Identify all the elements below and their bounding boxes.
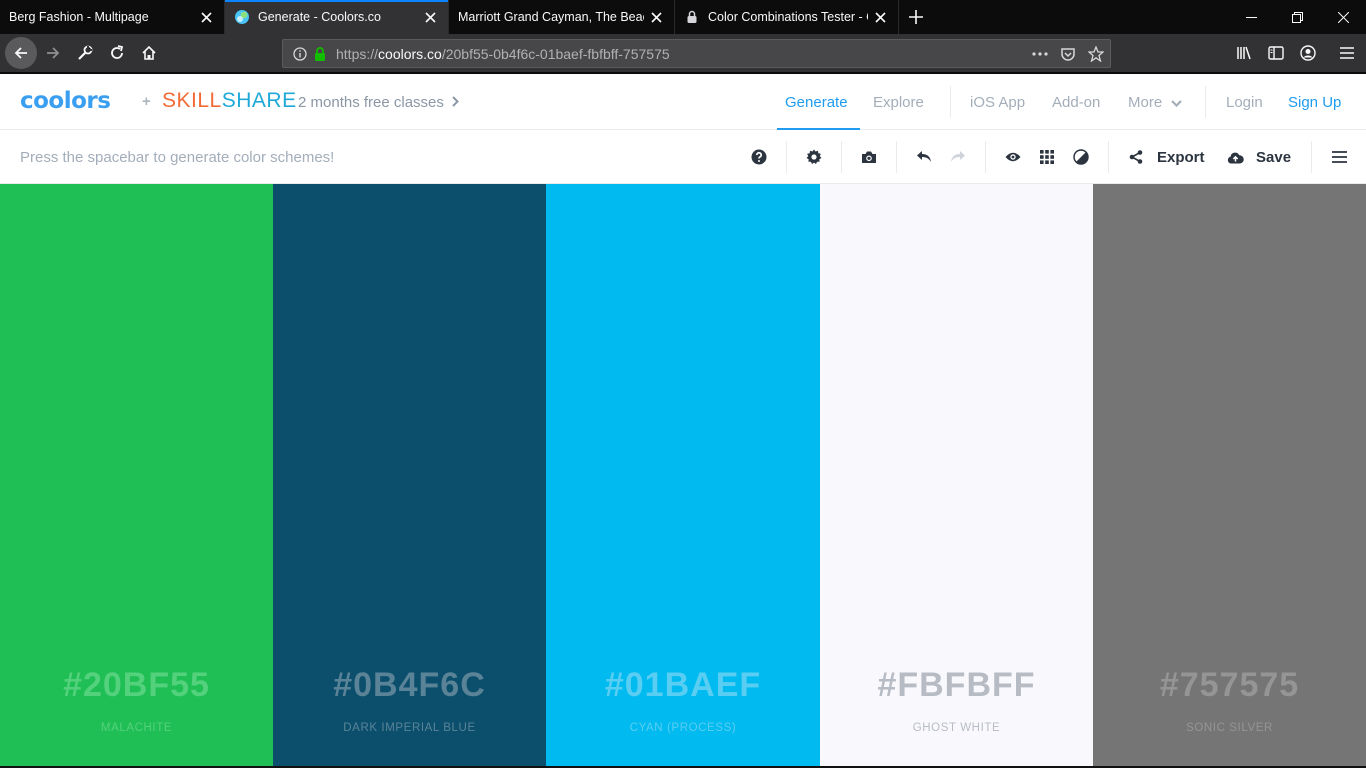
library-icon[interactable] (1229, 38, 1259, 68)
nav-more[interactable]: More (1128, 94, 1182, 111)
account-icon[interactable] (1293, 38, 1323, 68)
nav-sign-up[interactable]: Sign Up (1288, 94, 1341, 111)
home-button[interactable] (134, 38, 164, 68)
nav-add-on[interactable]: Add-on (1052, 94, 1100, 111)
divider (1108, 141, 1109, 173)
color-swatch-4[interactable]: #FBFBFF GHOST WHITE (820, 184, 1093, 766)
url-bar[interactable]: https://coolors.co/20bf55-0b4f6c-01baef-… (282, 39, 1111, 68)
export-button[interactable]: Export (1157, 149, 1205, 166)
divider (1311, 141, 1312, 173)
help-icon[interactable] (749, 147, 769, 167)
chevron-right-icon (452, 94, 459, 111)
cloud-upload-icon[interactable] (1225, 147, 1245, 167)
page-actions-icon[interactable] (1032, 46, 1048, 62)
spacebar-hint: Press the spacebar to generate color sch… (20, 149, 335, 166)
forward-button[interactable] (38, 38, 68, 68)
pocket-icon[interactable] (1060, 46, 1076, 62)
browser-tab-marriott[interactable]: Marriott Grand Cayman, The Beach (449, 0, 675, 34)
divider (985, 141, 986, 173)
browser-tab-coolors[interactable]: Generate - Coolors.co (225, 0, 449, 34)
browser-menu-icon[interactable] (1332, 38, 1362, 68)
skill-text: SKILL (162, 89, 222, 112)
swatch-hex-code[interactable]: #01BAEF (546, 666, 820, 705)
divider (896, 141, 897, 173)
adjust-palette-icon[interactable] (1071, 147, 1091, 167)
url-path: /20bf55-0b4f6c-01baef-fbfbff-757575 (441, 46, 670, 62)
divider (841, 141, 842, 173)
browser-tab-strip: Berg Fashion - Multipage Generate - Cool… (0, 0, 1366, 34)
new-tab-button[interactable] (899, 0, 933, 34)
share-icon[interactable] (1126, 147, 1146, 167)
url-prefix: https:// (336, 46, 379, 62)
plus-sign: + (142, 93, 151, 110)
nav-login[interactable]: Login (1226, 94, 1263, 111)
swatch-color-name: MALACHITE (100, 722, 173, 734)
skillshare-logo[interactable]: SKILLSHARE (162, 89, 297, 113)
nav-explore[interactable]: Explore (873, 94, 924, 111)
divider (950, 86, 951, 118)
reload-button[interactable] (102, 38, 132, 68)
hamburger-menu-icon[interactable] (1329, 147, 1349, 167)
promo-text: 2 months free classes (298, 94, 444, 111)
color-palette: #20BF55 MALACHITE #0B4F6C DARK IMPERIAL … (0, 184, 1366, 766)
browser-tab-berg-fashion[interactable]: Berg Fashion - Multipage (0, 0, 225, 34)
sidebar-icon[interactable] (1261, 38, 1291, 68)
divider (1205, 86, 1206, 118)
undo-icon[interactable] (914, 147, 934, 167)
grid-view-icon[interactable] (1037, 147, 1057, 167)
swatch-hex-code[interactable]: #20BF55 (0, 666, 273, 705)
site-header: coolors + SKILLSHARE 2 months free class… (0, 74, 1366, 130)
lock-icon (684, 9, 700, 25)
eye-icon[interactable] (1003, 147, 1023, 167)
back-button[interactable] (5, 37, 37, 69)
tab-title: Generate - Coolors.co (258, 10, 381, 24)
camera-icon[interactable] (859, 147, 879, 167)
share-text: SHARE (221, 89, 297, 112)
swatch-hex-code[interactable]: #0B4F6C (273, 666, 546, 705)
save-button[interactable]: Save (1256, 149, 1291, 166)
redo-icon[interactable] (948, 147, 968, 167)
nav-ios-app[interactable]: iOS App (970, 94, 1025, 111)
restore-button[interactable] (1274, 0, 1320, 34)
window-close-button[interactable] (1320, 0, 1366, 34)
coolors-icon (234, 9, 250, 25)
color-swatch-5[interactable]: #757575 SONIC SILVER (1093, 184, 1366, 766)
bookmark-star-icon[interactable] (1088, 46, 1104, 62)
tab-title: Marriott Grand Cayman, The Beach (458, 10, 644, 24)
close-icon[interactable] (194, 5, 218, 29)
info-icon[interactable] (292, 46, 308, 62)
coolors-logo[interactable]: coolors (20, 88, 111, 114)
color-swatch-1[interactable]: #20BF55 MALACHITE (0, 184, 273, 766)
swatch-color-name: CYAN (PROCESS) (629, 722, 737, 734)
secure-lock-icon[interactable] (312, 46, 328, 62)
wrench-icon[interactable] (70, 38, 100, 68)
swatch-color-name: GHOST WHITE (912, 722, 1001, 734)
swatch-hex-code[interactable]: #FBFBFF (820, 666, 1093, 705)
color-swatch-2[interactable]: #0B4F6C DARK IMPERIAL BLUE (273, 184, 546, 766)
close-icon[interactable] (418, 5, 442, 29)
swatch-color-name: DARK IMPERIAL BLUE (343, 722, 476, 734)
close-icon[interactable] (868, 5, 892, 29)
tab-title: Berg Fashion - Multipage (9, 10, 149, 24)
tab-title: Color Combinations Tester - Co (708, 10, 868, 24)
divider (786, 141, 787, 173)
color-swatch-3[interactable]: #01BAEF CYAN (PROCESS) (546, 184, 820, 766)
nav-generate[interactable]: Generate (785, 94, 848, 111)
browser-navigation-bar: https://coolors.co/20bf55-0b4f6c-01baef-… (0, 34, 1366, 73)
swatch-color-name: SONIC SILVER (1186, 722, 1273, 734)
url-text: https://coolors.co/20bf55-0b4f6c-01baef-… (336, 46, 670, 62)
close-icon[interactable] (644, 5, 668, 29)
browser-tab-color-tester[interactable]: Color Combinations Tester - Co (675, 0, 899, 34)
nav-more-label: More (1128, 94, 1163, 111)
chevron-down-icon (1171, 94, 1182, 111)
url-domain: coolors.co (378, 46, 442, 62)
swatch-hex-code[interactable]: #757575 (1093, 666, 1366, 705)
minimize-button[interactable] (1228, 0, 1274, 34)
promo-link[interactable]: 2 months free classes (298, 94, 459, 111)
window-controls (1228, 0, 1366, 34)
generator-toolbar: Press the spacebar to generate color sch… (0, 130, 1366, 184)
gear-icon[interactable] (804, 147, 824, 167)
